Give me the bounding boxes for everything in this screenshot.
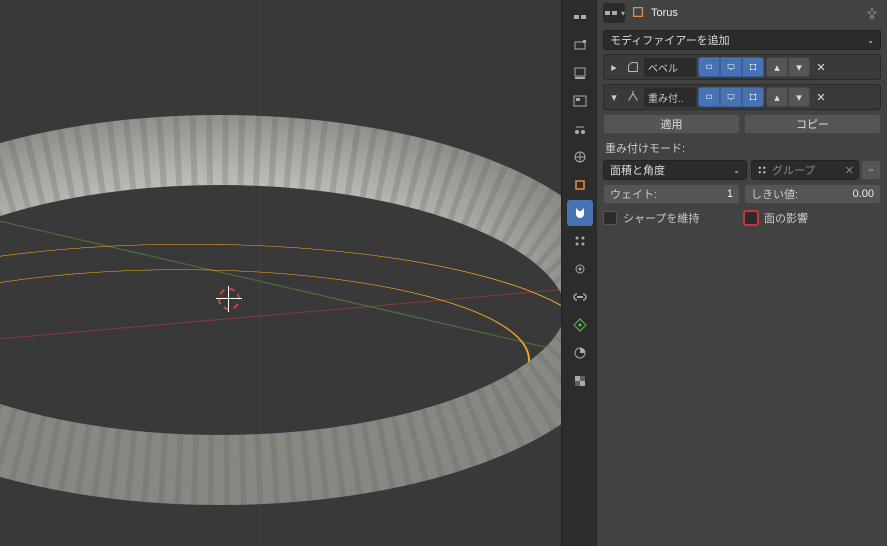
move-down-button[interactable]: ▾ — [788, 87, 810, 107]
object-data-icon — [631, 5, 645, 22]
display-toggles — [698, 87, 764, 107]
toggle-realtime[interactable] — [720, 87, 742, 107]
apply-label: 適用 — [661, 116, 683, 132]
vgroup-placeholder: グループ — [772, 162, 841, 178]
move-up-button[interactable]: ▴ — [766, 57, 788, 77]
properties-header: ▾ Torus — [597, 0, 887, 26]
keep-sharp-label: シャープを維持 — [623, 210, 699, 226]
move-buttons: ▴ ▾ — [766, 57, 810, 77]
mode-value: 面積と角度 — [610, 162, 665, 178]
apply-button[interactable]: 適用 — [603, 114, 740, 134]
modifier-bevel: ▸ ベベル ▴ ▾ ✕ — [603, 54, 881, 80]
pin-icon[interactable] — [865, 6, 879, 23]
toggle-render[interactable] — [698, 57, 720, 77]
clear-icon[interactable]: ✕ — [845, 164, 854, 177]
mode-label: 重み付けモード: — [603, 140, 881, 156]
toggle-editmode[interactable] — [742, 87, 764, 107]
chevron-down-icon: ⌄ — [733, 166, 740, 175]
tab-mesh-data[interactable] — [567, 312, 593, 338]
modifier-name-field[interactable]: ベベル — [644, 58, 696, 77]
tab-toggle-header[interactable] — [567, 4, 593, 30]
tab-scene[interactable] — [567, 116, 593, 142]
expand-toggle[interactable]: ▾ — [606, 91, 622, 104]
tab-texture[interactable] — [567, 368, 593, 394]
tab-material[interactable] — [567, 340, 593, 366]
add-modifier-label: モディファイアーを追加 — [610, 32, 730, 48]
weighting-mode-dropdown[interactable]: 面積と角度 ⌄ — [603, 160, 747, 180]
torus-mesh — [0, 0, 561, 546]
tab-object[interactable] — [567, 172, 593, 198]
delete-modifier-button[interactable]: ✕ — [812, 87, 830, 107]
modifier-weighted-normal: ▾ 重み付.. ▴ ▾ ✕ — [603, 84, 881, 110]
tab-world[interactable] — [567, 144, 593, 170]
tab-modifiers[interactable] — [567, 200, 593, 226]
face-influence-label: 面の影響 — [764, 210, 808, 226]
tab-particles[interactable] — [567, 228, 593, 254]
vertex-group-invert[interactable] — [861, 160, 881, 180]
tab-output[interactable] — [567, 60, 593, 86]
object-name: Torus — [651, 7, 678, 19]
add-modifier-dropdown[interactable]: モディファイアーを追加 ⌄ — [603, 30, 881, 50]
threshold-value: 0.00 — [853, 188, 874, 200]
toggle-render[interactable] — [698, 87, 720, 107]
copy-label: コピー — [796, 116, 829, 132]
viewport-3d[interactable] — [0, 0, 561, 546]
weighted-normal-icon — [624, 88, 642, 106]
keep-sharp-checkbox[interactable] — [603, 211, 617, 225]
weight-value: 1 — [727, 188, 733, 200]
copy-button[interactable]: コピー — [744, 114, 881, 134]
cursor-3d — [216, 286, 242, 312]
properties-tabs — [561, 0, 597, 546]
tab-view-layer[interactable] — [567, 88, 593, 114]
weight-field[interactable]: ウェイト: 1 — [603, 184, 740, 204]
properties-panel: ▾ Torus モディファイアーを追加 ⌄ ▸ ベベル ▴ ▾ ✕ — [597, 0, 887, 546]
delete-modifier-button[interactable]: ✕ — [812, 57, 830, 77]
threshold-label: しきい値: — [751, 186, 798, 202]
chevron-down-icon: ⌄ — [867, 36, 874, 45]
move-up-button[interactable]: ▴ — [766, 87, 788, 107]
toggle-realtime[interactable] — [720, 57, 742, 77]
vertex-group-icon — [756, 164, 768, 176]
vertex-group-search[interactable]: グループ ✕ — [751, 160, 859, 180]
toggle-editmode[interactable] — [742, 57, 764, 77]
tab-physics[interactable] — [567, 256, 593, 282]
expand-toggle[interactable]: ▸ — [606, 61, 622, 74]
face-influence-checkbox[interactable] — [744, 211, 758, 225]
tab-render[interactable] — [567, 32, 593, 58]
weighted-normal-settings: 重み付けモード: 面積と角度 ⌄ グループ ✕ ウェイト: — [603, 138, 881, 230]
tab-constraints[interactable] — [567, 284, 593, 310]
move-down-button[interactable]: ▾ — [788, 57, 810, 77]
modifier-name-field[interactable]: 重み付.. — [644, 88, 696, 107]
display-toggles — [698, 57, 764, 77]
apply-copy-row: 適用 コピー — [603, 114, 881, 134]
bevel-icon — [624, 58, 642, 76]
datablock-selector[interactable]: ▾ — [603, 3, 625, 23]
move-buttons: ▴ ▾ — [766, 87, 810, 107]
weight-label: ウェイト: — [610, 186, 657, 202]
threshold-field[interactable]: しきい値: 0.00 — [744, 184, 881, 204]
